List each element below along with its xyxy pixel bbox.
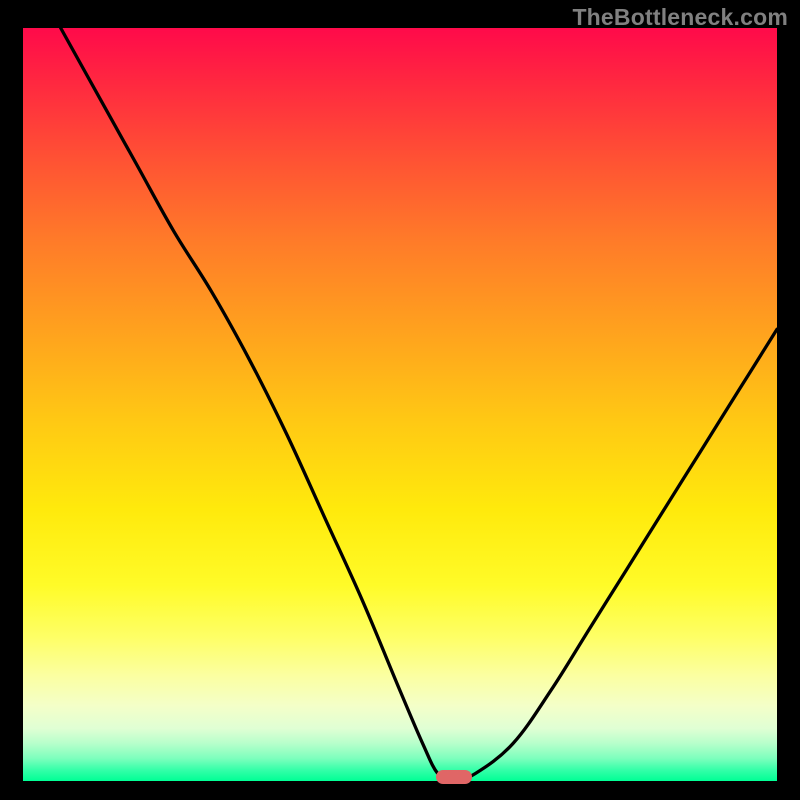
bottleneck-curve xyxy=(61,28,777,781)
optimum-marker xyxy=(436,770,472,784)
plot-area xyxy=(23,28,777,781)
curve-layer xyxy=(23,28,777,781)
watermark-text: TheBottleneck.com xyxy=(572,4,788,31)
chart-frame: TheBottleneck.com xyxy=(0,0,800,800)
